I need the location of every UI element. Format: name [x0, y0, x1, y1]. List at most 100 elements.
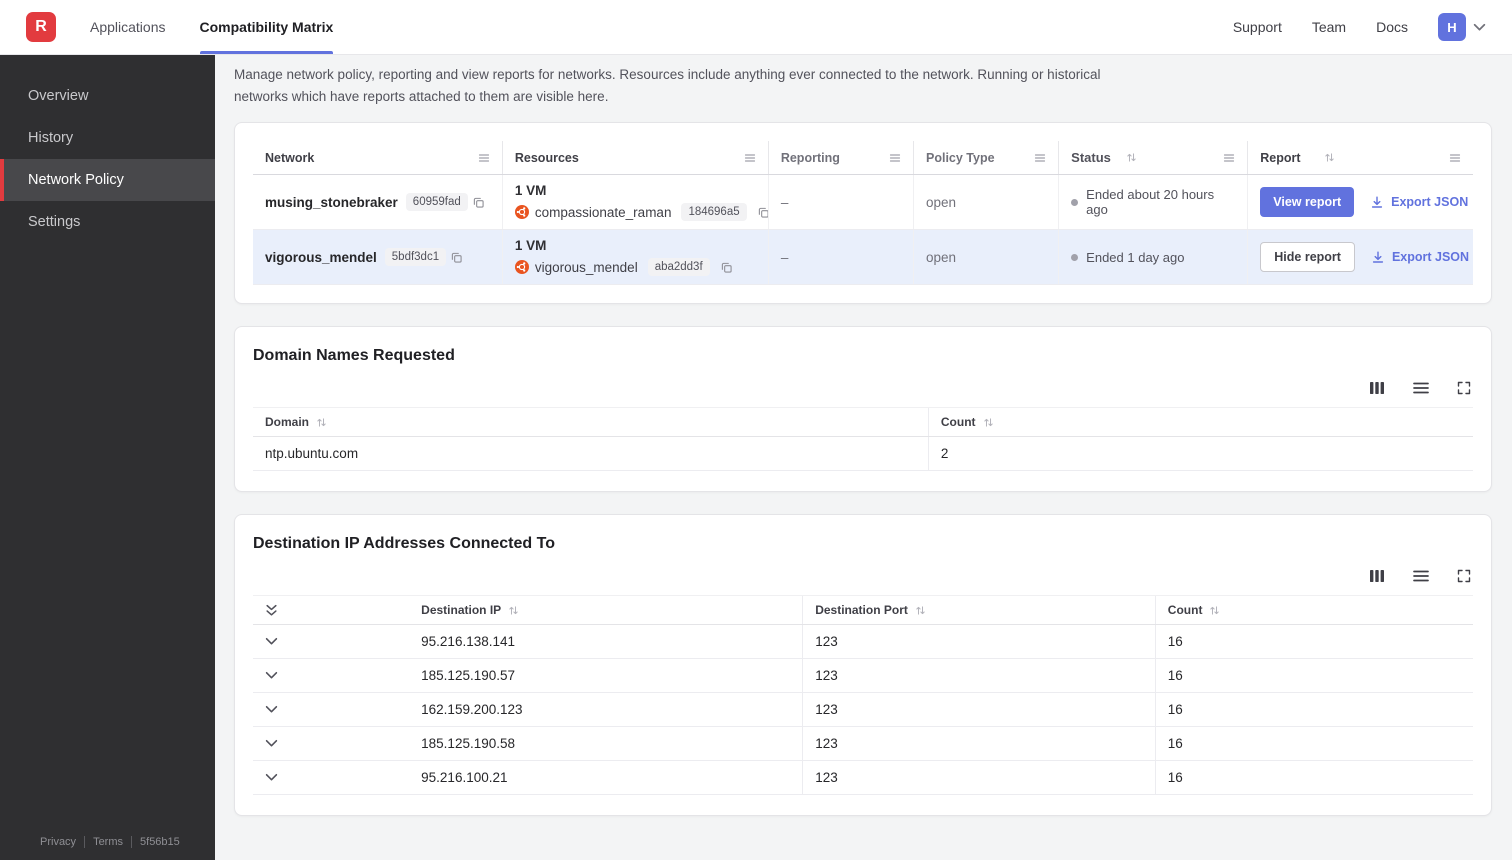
top-navigation-bar: R Applications Compatibility Matrix Supp…: [0, 0, 1512, 55]
expand-all-header[interactable]: [253, 596, 409, 624]
page-description: Manage network policy, reporting and vie…: [234, 67, 1101, 104]
column-menu-icon[interactable]: [1449, 152, 1461, 164]
column-header-resources[interactable]: Resources: [501, 141, 768, 175]
network-row-vigorous-mendel[interactable]: vigorous_mendel 5bdf3dc1 1 VM vigorous_m…: [253, 230, 1473, 286]
chevron-down-icon[interactable]: [265, 773, 278, 782]
column-header-reporting[interactable]: Reporting: [767, 141, 913, 175]
chevron-down-icon[interactable]: [265, 671, 278, 680]
nav-link-docs[interactable]: Docs: [1376, 19, 1408, 35]
column-menu-icon[interactable]: [478, 152, 490, 164]
destination-port-cell: 123: [803, 693, 1156, 727]
policy-type-cell: open: [913, 175, 1058, 230]
nav-link-support[interactable]: Support: [1233, 19, 1282, 35]
ubuntu-icon: [514, 260, 529, 275]
domain-cell: ntp.ubuntu.com: [253, 437, 929, 471]
network-id-badge: 5bdf3dc1: [384, 248, 447, 267]
column-header-policy-type[interactable]: Policy Type: [913, 141, 1058, 175]
sort-icon[interactable]: [915, 605, 926, 616]
sort-icon[interactable]: [983, 417, 994, 428]
column-label: Network: [265, 150, 315, 165]
column-header-destination-port[interactable]: Destination Port: [803, 596, 1156, 625]
chevron-down-icon[interactable]: [1473, 23, 1486, 32]
count-cell: 16: [1167, 770, 1183, 786]
expander-cell: [253, 625, 409, 658]
copy-icon[interactable]: [451, 252, 462, 263]
status-cell: Ended about 20 hours ago: [1058, 175, 1247, 230]
sort-icon[interactable]: [1126, 152, 1137, 163]
sidebar-item-network-policy[interactable]: Network Policy: [0, 159, 215, 201]
count-cell: 16: [1167, 736, 1183, 752]
column-header-report[interactable]: Report: [1247, 141, 1473, 175]
column-header-count[interactable]: Count: [929, 408, 1473, 436]
sidebar-footer: Privacy Terms 5f56b15: [40, 836, 188, 848]
column-label: Domain: [265, 415, 310, 430]
app-logo[interactable]: R: [26, 12, 56, 42]
column-label: Count: [940, 415, 976, 430]
expander-cell: [253, 659, 409, 692]
sidebar-item-label: Network Policy: [28, 172, 124, 188]
chevron-down-icon[interactable]: [265, 739, 278, 748]
rows-icon[interactable]: [1413, 569, 1429, 583]
sort-icon[interactable]: [316, 417, 327, 428]
networks-card: Network Resources Reporting Policy Type …: [234, 122, 1492, 305]
sort-icon[interactable]: [508, 605, 519, 616]
rows-icon[interactable]: [1413, 381, 1429, 395]
nav-tab-applications[interactable]: Applications: [90, 0, 166, 54]
count-cell: 16: [1167, 702, 1183, 718]
nav-tab-compatibility-matrix[interactable]: Compatibility Matrix: [199, 0, 333, 54]
view-report-button[interactable]: View report: [1260, 187, 1355, 218]
networks-table-header: Network Resources Reporting Policy Type …: [253, 141, 1473, 176]
columns-icon[interactable]: [1369, 569, 1385, 583]
download-icon: [1371, 250, 1385, 264]
download-icon: [1370, 195, 1384, 209]
column-label: Destination IP: [421, 603, 502, 618]
columns-icon[interactable]: [1369, 381, 1385, 395]
column-header-status[interactable]: Status: [1058, 141, 1247, 175]
count-cell: 16: [1167, 668, 1183, 684]
fullscreen-icon[interactable]: [1457, 569, 1471, 583]
copy-icon[interactable]: [721, 262, 732, 273]
column-header-destination-ip[interactable]: Destination IP: [409, 596, 804, 625]
export-json-link[interactable]: Export JSON: [1371, 250, 1469, 264]
reporting-cell: –: [767, 175, 913, 230]
privacy-link[interactable]: Privacy: [40, 836, 84, 848]
sidebar-item-history[interactable]: History: [0, 117, 215, 159]
account-menu[interactable]: H: [1438, 13, 1486, 41]
column-menu-icon[interactable]: [744, 152, 756, 164]
hide-report-button[interactable]: Hide report: [1260, 242, 1355, 273]
destination-port-cell: 123: [803, 761, 1156, 795]
main-content: Network Policy Beta Manage network polic…: [215, 0, 1512, 860]
ubuntu-icon: [514, 205, 529, 220]
network-row-musing-stonebraker[interactable]: musing_stonebraker 60959fad 1 VM compass…: [253, 175, 1473, 231]
column-header-count[interactable]: Count: [1156, 596, 1473, 624]
destinations-table-header: Destination IP Destination Port Count: [253, 595, 1473, 626]
column-menu-icon[interactable]: [1034, 152, 1046, 164]
user-avatar[interactable]: H: [1438, 13, 1466, 41]
nav-link-team[interactable]: Team: [1312, 19, 1346, 35]
status-text: Ended 1 day ago: [1086, 249, 1185, 265]
chevron-down-icon[interactable]: [265, 637, 278, 646]
column-header-network[interactable]: Network: [253, 141, 502, 174]
column-header-domain[interactable]: Domain: [253, 408, 929, 437]
column-menu-icon[interactable]: [1223, 152, 1235, 164]
chevron-down-icon[interactable]: [265, 705, 278, 714]
domains-table-header: Domain Count: [253, 407, 1473, 438]
sort-icon[interactable]: [1209, 605, 1220, 616]
fullscreen-icon[interactable]: [1457, 381, 1471, 395]
copy-icon[interactable]: [473, 197, 484, 208]
column-label: Resources: [514, 150, 579, 165]
double-chevron-down-icon[interactable]: [265, 604, 278, 617]
sidebar-item-overview[interactable]: Overview: [0, 75, 215, 117]
column-menu-icon[interactable]: [889, 152, 901, 164]
policy-type-cell: open: [913, 230, 1058, 285]
networks-table: Network Resources Reporting Policy Type …: [253, 141, 1473, 286]
terms-link[interactable]: Terms: [84, 836, 131, 848]
sidebar-item-settings[interactable]: Settings: [0, 201, 215, 243]
export-json-link[interactable]: Export JSON: [1370, 195, 1468, 209]
build-version: 5f56b15: [131, 836, 188, 848]
sort-icon[interactable]: [1324, 152, 1335, 163]
section-title: Domain Names Requested: [253, 347, 455, 365]
column-label: Policy Type: [926, 150, 995, 165]
nav-tab-label: Applications: [90, 19, 166, 35]
sidebar-item-label: History: [28, 130, 74, 146]
